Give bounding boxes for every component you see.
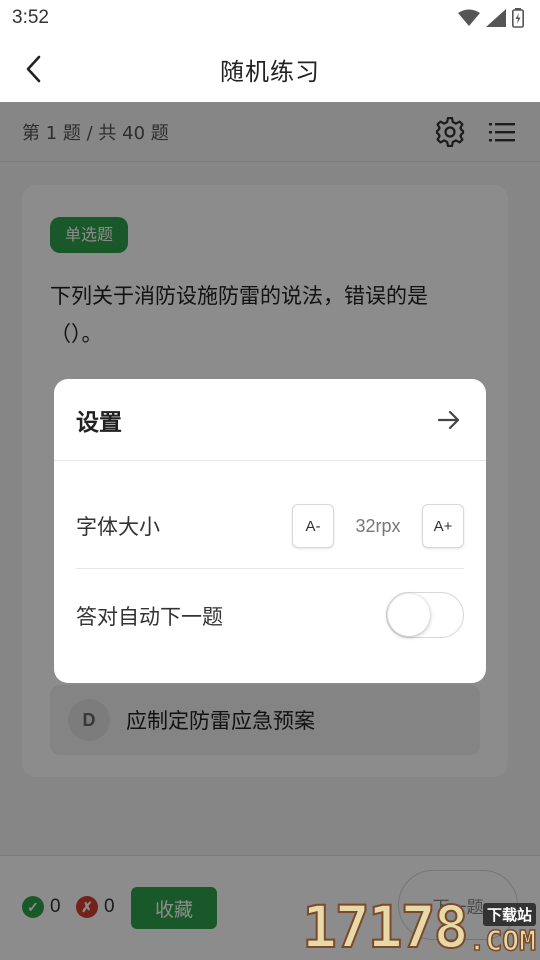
font-decrease-button[interactable]: A- [292, 504, 334, 548]
font-size-setting: 字体大小 A- 32rpx A+ [76, 504, 464, 548]
battery-icon [512, 8, 524, 28]
auto-next-setting: 答对自动下一题 [76, 592, 464, 638]
site-watermark: 17178 下载站 .COM [301, 893, 537, 960]
modal-header: 设置 [54, 379, 486, 461]
status-icons [458, 8, 524, 28]
status-bar: 3:52 [0, 0, 540, 36]
divider [76, 568, 464, 569]
watermark-number: 17178 [301, 893, 470, 960]
watermark-com: .COM [468, 924, 537, 957]
font-size-control: A- 32rpx A+ [292, 504, 464, 548]
nav-bar: 随机练习 [0, 36, 540, 102]
back-arrow-icon [26, 55, 41, 83]
settings-modal: 设置 字体大小 A- 32rpx A+ 答对自动下一题 [54, 379, 486, 683]
status-time: 3:52 [12, 7, 49, 28]
font-size-value: 32rpx [355, 515, 401, 536]
watermark-side: 下载站 .COM [468, 903, 537, 957]
toggle-knob [388, 594, 430, 636]
signal-icon [486, 9, 506, 27]
font-size-label: 字体大小 [76, 515, 160, 539]
font-increase-button[interactable]: A+ [422, 504, 464, 548]
arrow-right-icon [437, 410, 460, 430]
modal-title: 设置 [76, 409, 122, 436]
auto-next-label: 答对自动下一题 [76, 605, 223, 629]
page-title: 随机练习 [220, 57, 320, 86]
back-button[interactable] [18, 53, 50, 85]
wifi-icon [458, 9, 480, 26]
auto-next-toggle[interactable] [386, 592, 464, 638]
modal-close-button[interactable] [432, 403, 466, 437]
watermark-cn: 下载站 [482, 903, 536, 926]
